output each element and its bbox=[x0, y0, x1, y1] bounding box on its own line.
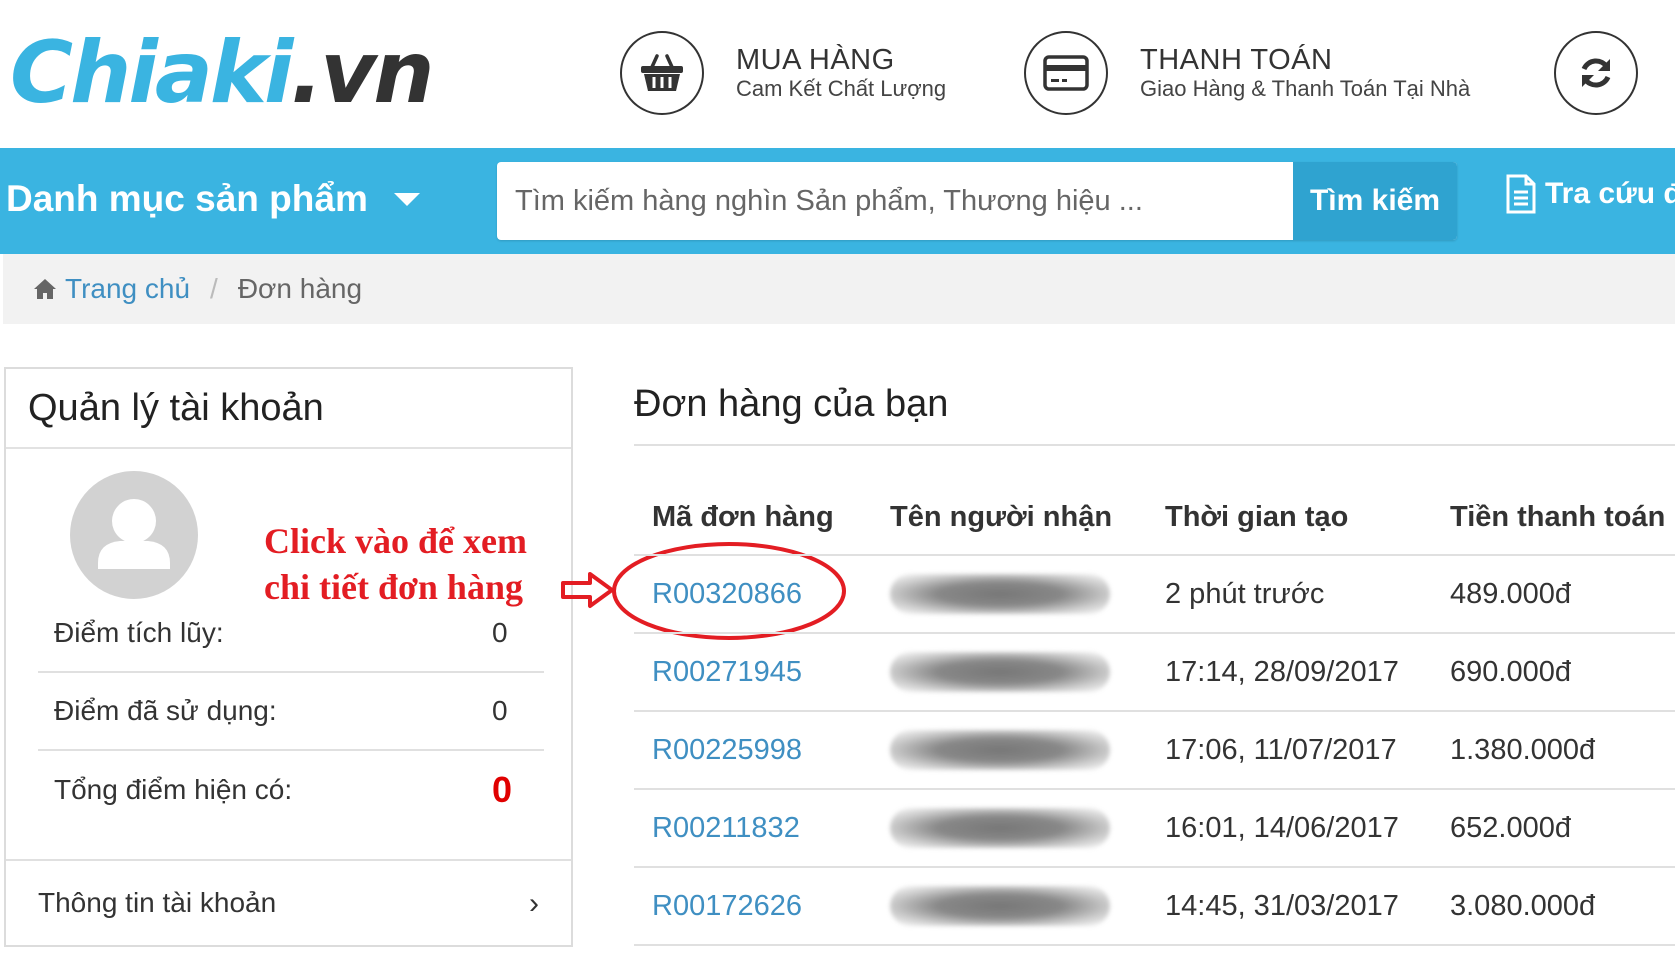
account-info-link[interactable]: Thông tin tài khoản › bbox=[6, 859, 571, 945]
order-amount: 652.000đ bbox=[1432, 789, 1675, 868]
breadcrumb-separator: / bbox=[210, 273, 218, 304]
feature-payment: THANH TOÁN Giao Hàng & Thanh Toán Tại Nh… bbox=[1024, 30, 1470, 116]
logo-tld: .vn bbox=[290, 23, 435, 123]
order-code-link[interactable]: R00271945 bbox=[634, 633, 872, 712]
order-time: 16:01, 14/06/2017 bbox=[1147, 789, 1432, 868]
basket-icon bbox=[620, 31, 704, 115]
recipient-name-redacted bbox=[872, 867, 1147, 946]
table-row: R00271945 17:14, 28/09/2017 690.000đ bbox=[634, 633, 1675, 712]
feature-payment-subtitle: Giao Hàng & Thanh Toán Tại Nhà bbox=[1140, 76, 1471, 101]
column-header: Tên người nhận bbox=[872, 480, 1147, 556]
credit-card-icon bbox=[1024, 31, 1108, 115]
account-info-label: Thông tin tài khoản bbox=[38, 887, 277, 918]
order-code-link[interactable]: R00211832 bbox=[634, 789, 872, 868]
table-row: R00211832 16:01, 14/06/2017 652.000đ bbox=[634, 789, 1675, 868]
stat-value: 0 bbox=[492, 695, 508, 726]
stat-label: Điểm đã sử dụng: bbox=[54, 695, 277, 726]
column-header: Tiền thanh toán bbox=[1432, 480, 1675, 556]
annotation-line-2: chi tiết đơn hàng bbox=[264, 567, 523, 607]
caret-down-icon bbox=[393, 192, 420, 206]
order-time: 17:06, 11/07/2017 bbox=[1147, 711, 1432, 790]
stat-used-points: Điểm đã sử dụng: 0 bbox=[38, 673, 544, 751]
breadcrumb-home-label: Trang chủ bbox=[65, 273, 191, 304]
table-row: R00172626 14:45, 31/03/2017 3.080.000đ bbox=[634, 867, 1675, 946]
breadcrumb-current: Đơn hàng bbox=[237, 273, 363, 304]
recipient-name-redacted bbox=[872, 555, 1147, 634]
search-button[interactable]: Tìm kiếm bbox=[1293, 162, 1457, 240]
recipient-name-redacted bbox=[872, 789, 1147, 868]
user-icon bbox=[98, 499, 170, 569]
order-amount: 690.000đ bbox=[1432, 633, 1675, 712]
home-icon bbox=[34, 279, 56, 299]
order-amount: 3.080.000đ bbox=[1432, 867, 1675, 946]
table-row: R00320866 2 phút trước 489.000đ bbox=[634, 555, 1675, 634]
order-code-link[interactable]: R00320866 bbox=[634, 555, 872, 634]
main-navbar: Danh mục sản phẩm Tìm kiếm Tra cứu đ bbox=[0, 148, 1675, 254]
account-sidebar: Quản lý tài khoản Điểm tích lũy: 0 Điểm … bbox=[4, 367, 573, 947]
order-lookup-link[interactable]: Tra cứu đ bbox=[1505, 174, 1675, 214]
feature-buy: MUA HÀNG Cam Kết Chất Lượng bbox=[620, 30, 946, 116]
stat-value: 0 bbox=[492, 769, 513, 810]
breadcrumb: Trang chủ / Đơn hàng bbox=[3, 254, 1675, 324]
stat-total-points: Tổng điểm hiện có: 0 bbox=[38, 751, 544, 829]
orders-table: Mã đơn hàng Tên người nhận Thời gian tạo… bbox=[634, 480, 1675, 946]
search-bar: Tìm kiếm bbox=[497, 162, 1457, 240]
stat-label: Tổng điểm hiện có: bbox=[54, 774, 293, 805]
order-code-link[interactable]: R00172626 bbox=[634, 867, 872, 946]
order-lookup-label: Tra cứu đ bbox=[1545, 177, 1675, 210]
order-time: 2 phút trước bbox=[1147, 555, 1432, 634]
chevron-right-icon: › bbox=[529, 887, 539, 920]
breadcrumb-home-link[interactable]: Trang chủ bbox=[33, 273, 190, 305]
feature-buy-title: MUA HÀNG bbox=[736, 44, 895, 76]
orders-title: Đơn hàng của bạn bbox=[634, 383, 949, 425]
document-icon bbox=[1506, 174, 1536, 214]
column-header: Thời gian tạo bbox=[1147, 480, 1432, 556]
recipient-name-redacted bbox=[872, 633, 1147, 712]
feature-buy-subtitle: Cam Kết Chất Lượng bbox=[736, 76, 947, 101]
site-logo[interactable]: Chiaki.vn bbox=[10, 30, 434, 116]
recipient-name-redacted bbox=[872, 711, 1147, 790]
order-code-link[interactable]: R00225998 bbox=[634, 711, 872, 790]
stat-value: 0 bbox=[492, 617, 508, 648]
site-header: Chiaki.vn MUA HÀNG Cam Kết Chất Lượng TH… bbox=[0, 0, 1675, 148]
order-time: 14:45, 31/03/2017 bbox=[1147, 867, 1432, 946]
logo-brand: Chiaki bbox=[10, 23, 294, 123]
annotation-line-1: Click vào để xem bbox=[264, 521, 527, 561]
orders-divider bbox=[634, 444, 1675, 446]
category-menu-label: Danh mục sản phẩm bbox=[6, 178, 368, 219]
table-header-row: Mã đơn hàng Tên người nhận Thời gian tạo… bbox=[634, 480, 1675, 556]
feature-payment-title: THANH TOÁN bbox=[1140, 44, 1333, 76]
stat-label: Điểm tích lũy: bbox=[54, 617, 224, 648]
category-menu-button[interactable]: Danh mục sản phẩm bbox=[6, 178, 420, 220]
annotation-text: Click vào để xem chi tiết đơn hàng bbox=[264, 518, 527, 610]
order-amount: 489.000đ bbox=[1432, 555, 1675, 634]
order-time: 17:14, 28/09/2017 bbox=[1147, 633, 1432, 712]
sidebar-title: Quản lý tài khoản bbox=[6, 369, 571, 449]
refresh-icon bbox=[1554, 31, 1638, 115]
table-row: R00225998 17:06, 11/07/2017 1.380.000đ bbox=[634, 711, 1675, 790]
avatar bbox=[70, 471, 198, 599]
search-input[interactable] bbox=[497, 162, 1293, 240]
column-header: Mã đơn hàng bbox=[634, 480, 872, 556]
feature-return bbox=[1554, 30, 1638, 116]
order-amount: 1.380.000đ bbox=[1432, 711, 1675, 790]
